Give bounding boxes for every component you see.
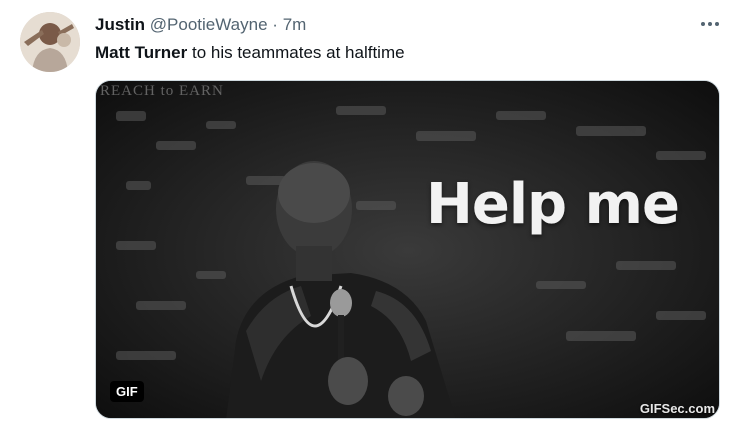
separator-dot: · [272,15,278,34]
background-sign-text: REACH to EARN [100,83,224,99]
gif-caption: Help me [426,172,680,237]
gif-watermark: GIFSec.com [639,401,715,416]
author-name[interactable]: Justin [95,15,145,34]
gif-media[interactable]: REACH to EARN Help me GIF GIFSec.com [95,80,720,419]
tweet-header: Justin @PootieWayne · 7m [95,14,306,36]
gif-badge[interactable]: GIF [110,381,144,402]
tweet-text-body: to his teammates at halftime [187,43,405,62]
author-handle[interactable]: @PootieWayne [150,15,268,34]
tweet-text-bold: Matt Turner [95,43,188,62]
tweet-text: Matt Turner to his teammates at halftime [95,41,405,65]
gif-frame [96,81,719,418]
more-horizontal-icon [701,22,705,26]
avatar-image [20,12,80,72]
timestamp[interactable]: 7m [283,15,307,34]
more-options-button[interactable] [696,10,724,38]
avatar[interactable] [20,12,80,72]
tweet: Justin @PootieWayne · 7m Matt Turner to … [0,0,740,421]
